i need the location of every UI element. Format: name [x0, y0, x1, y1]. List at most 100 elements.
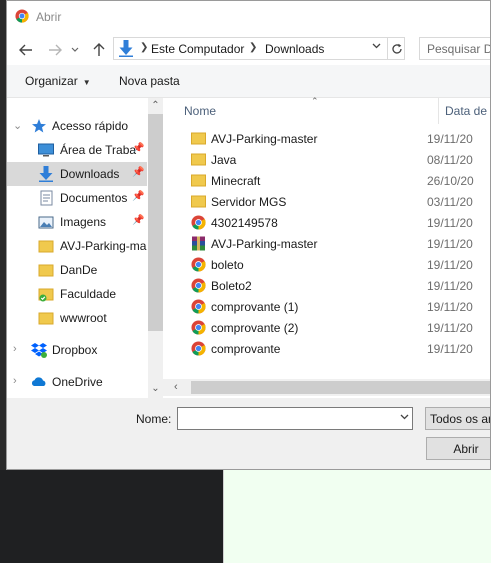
file-row[interactable]: comprovante (1) 19/11/20 [187, 296, 490, 317]
nav-item-quick-access[interactable]: ⌄ Acesso rápido [7, 114, 147, 138]
address-dropdown-icon[interactable] [372, 41, 381, 52]
sort-ascending-icon: ⌃ [311, 96, 319, 106]
chevron-down-icon [400, 414, 409, 420]
images-icon [38, 216, 54, 229]
search-input[interactable]: Pesquisar Do [419, 37, 490, 60]
nav-item-label: Área de Traba [60, 143, 137, 157]
file-row[interactable]: AVJ-Parking-master 19/11/20 [187, 233, 490, 254]
folder-icon [191, 153, 206, 166]
download-icon [39, 166, 53, 182]
file-date: 19/11/20 [427, 132, 473, 146]
scroll-left-icon[interactable]: ‹ [174, 381, 178, 393]
file-row[interactable]: AVJ-Parking-master 19/11/20 [187, 128, 490, 149]
file-name: 4302149578 [211, 216, 278, 230]
refresh-button[interactable] [387, 38, 406, 59]
chrome-icon [191, 341, 206, 356]
nav-item-desktop[interactable]: Área de Traba 📌 [7, 138, 147, 162]
file-row[interactable]: Java 08/11/20 [187, 149, 490, 170]
column-header-date[interactable]: Data de m [445, 98, 490, 124]
column-divider[interactable] [438, 98, 439, 124]
folder-icon [191, 195, 206, 208]
open-button[interactable]: Abrir [426, 437, 490, 460]
scrollbar-thumb[interactable] [148, 114, 163, 331]
recent-locations-button[interactable] [70, 41, 80, 59]
file-name: Boleto2 [211, 279, 252, 293]
folder-icon [191, 132, 206, 145]
address-row: ❯ Este Computador ❯ Downloads Pesquisar … [7, 33, 490, 65]
chevron-right-icon[interactable]: › [13, 375, 17, 387]
caret-down-icon: ▼ [82, 78, 91, 87]
file-date: 19/11/20 [427, 321, 473, 335]
file-date: 19/11/20 [427, 237, 473, 251]
file-list-horizontal-scrollbar[interactable]: ‹ [163, 379, 490, 396]
scroll-down-icon[interactable]: ⌄ [148, 381, 163, 396]
folder-icon [38, 240, 54, 253]
file-row[interactable]: boleto 19/11/20 [187, 254, 490, 275]
command-bar: Organizar ▼ Nova pasta [7, 65, 490, 98]
nav-item-label: Dropbox [52, 343, 98, 357]
nav-item-dropbox[interactable]: › Dropbox [7, 338, 147, 362]
chevron-down-icon [71, 47, 79, 52]
organize-label: Organizar [25, 74, 78, 88]
nav-item-label: OneDrive [52, 375, 103, 389]
scrollbar-thumb[interactable] [191, 381, 490, 394]
chrome-icon [191, 278, 206, 293]
file-type-select[interactable]: Todos os arc [425, 407, 490, 430]
nav-item-label: Faculdade [60, 287, 117, 301]
file-name: comprovante (1) [211, 300, 299, 314]
forward-button[interactable] [46, 41, 64, 59]
file-row[interactable]: Boleto2 19/11/20 [187, 275, 490, 296]
file-name: Java [211, 153, 237, 167]
folder-icon [38, 312, 54, 325]
nav-item-images[interactable]: Imagens 📌 [7, 210, 147, 234]
file-date: 19/11/20 [427, 216, 473, 230]
file-row[interactable]: comprovante 19/11/20 [187, 338, 490, 359]
nav-item-label: Downloads [60, 167, 120, 181]
file-row[interactable]: Minecraft 26/10/20 [187, 170, 490, 191]
background-light-panel [223, 470, 491, 563]
star-icon [32, 119, 46, 133]
chrome-icon [191, 257, 206, 272]
file-row[interactable]: 4302149578 19/11/20 [187, 212, 490, 233]
organize-button[interactable]: Organizar ▼ [25, 74, 91, 88]
address-bar[interactable]: ❯ Este Computador ❯ Downloads [113, 37, 405, 60]
chrome-icon [191, 215, 206, 230]
background-dark-panel [0, 470, 223, 563]
chevron-right-icon[interactable]: › [13, 343, 17, 355]
nav-pane-scrollbar[interactable]: ⌃ ⌄ [148, 98, 163, 398]
arrow-left-icon [19, 44, 32, 56]
scroll-up-icon[interactable]: ⌃ [148, 98, 163, 113]
file-name: Servidor MGS [211, 195, 287, 209]
chrome-icon [191, 320, 206, 335]
winrar-archive-icon [192, 236, 205, 251]
open-file-dialog: Abrir ❯ Este Computador ❯ Downloads Pesq… [6, 0, 491, 470]
nav-item-onedrive[interactable]: › OneDrive [7, 370, 147, 394]
breadcrumb-this-pc[interactable]: Este Computador [151, 42, 244, 56]
file-row[interactable]: comprovante (2) 19/11/20 [187, 317, 490, 338]
arrow-up-icon [93, 43, 105, 56]
chevron-down-icon[interactable]: ⌄ [13, 119, 22, 132]
nav-item-downloads[interactable]: Downloads 📌 [7, 162, 147, 186]
pin-icon: 📌 [132, 215, 145, 226]
pin-icon: 📌 [132, 143, 145, 154]
filename-dropdown-icon[interactable] [400, 412, 409, 423]
chrome-icon [191, 299, 206, 314]
file-row[interactable]: Servidor MGS 03/11/20 [187, 191, 490, 212]
filename-input[interactable] [177, 407, 413, 430]
nav-item-folder-avj[interactable]: AVJ-Parking-ma [7, 234, 147, 258]
back-button[interactable] [17, 41, 35, 59]
nav-item-folder-dande[interactable]: DanDe [7, 258, 147, 282]
desktop-icon [38, 143, 54, 157]
file-name: AVJ-Parking-master [211, 237, 318, 251]
new-folder-button[interactable]: Nova pasta [119, 74, 180, 88]
breadcrumb-downloads[interactable]: Downloads [265, 42, 324, 56]
nav-item-folder-wwwroot[interactable]: wwwroot [7, 306, 147, 330]
up-button[interactable] [90, 41, 108, 59]
nav-item-documents[interactable]: Documentos 📌 [7, 186, 147, 210]
file-date: 08/11/20 [427, 153, 473, 167]
pin-icon: 📌 [132, 191, 145, 202]
onedrive-icon [31, 377, 46, 386]
filename-label: Nome: [136, 412, 172, 426]
nav-item-folder-faculdade[interactable]: Faculdade [7, 282, 147, 306]
column-header-name[interactable]: Nome [184, 98, 216, 124]
